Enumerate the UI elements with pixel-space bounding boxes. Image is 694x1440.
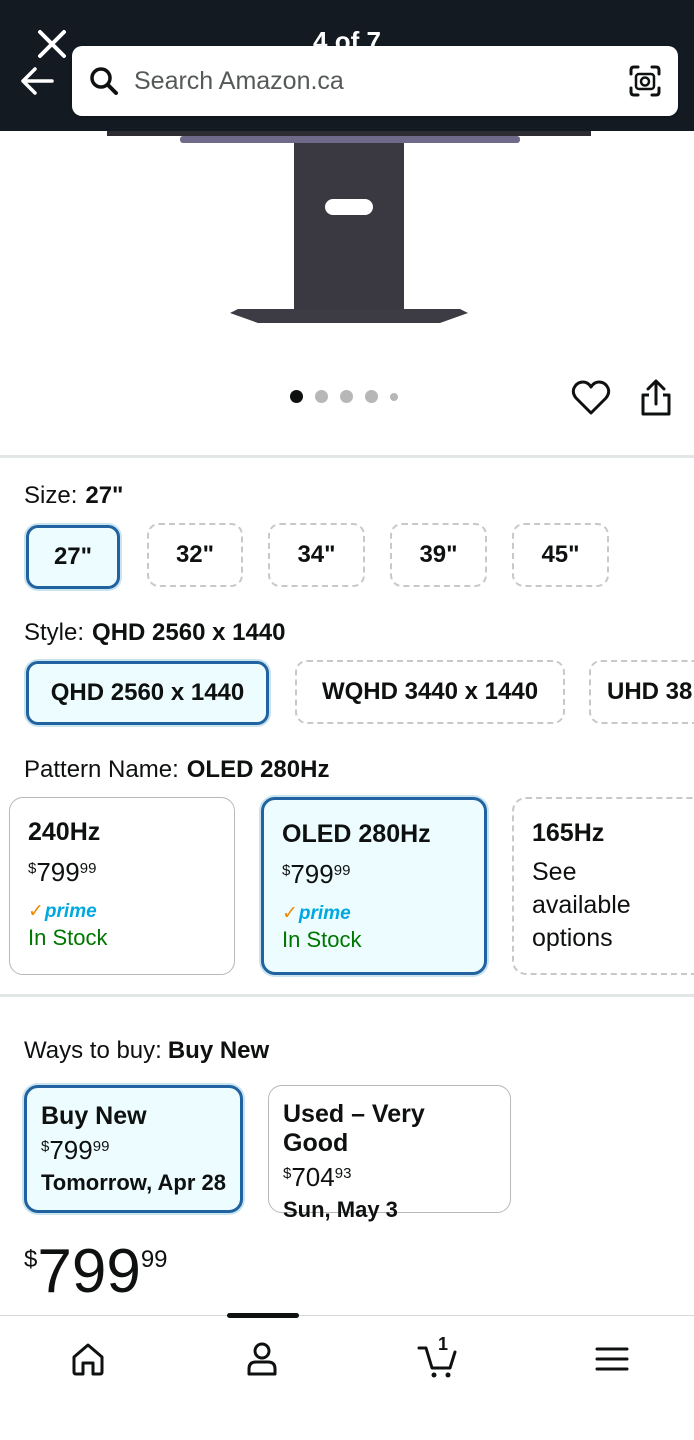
nav-home[interactable] xyxy=(48,1338,128,1418)
style-option-qhd[interactable]: QHD 2560 x 1440 xyxy=(26,661,269,725)
pattern-selected-value: OLED 280Hz xyxy=(186,756,330,783)
size-option-39[interactable]: 39" xyxy=(390,523,487,587)
stock-status: In Stock xyxy=(28,925,108,950)
home-icon xyxy=(72,1343,104,1376)
section-divider xyxy=(0,455,694,458)
share-icon[interactable] xyxy=(637,378,675,418)
nav-cart[interactable]: 1 xyxy=(398,1334,478,1418)
back-arrow-icon[interactable] xyxy=(18,64,56,98)
pagination-dot[interactable] xyxy=(315,390,328,403)
heart-icon[interactable] xyxy=(570,378,612,418)
image-pagination-dots[interactable] xyxy=(290,390,398,403)
buy-option-price: $704 93 xyxy=(283,1162,352,1192)
style-label: Style: QHD 2560 x 1440 xyxy=(24,619,286,646)
prime-check-icon: ✓ xyxy=(282,903,298,924)
size-option-32[interactable]: 32" xyxy=(147,523,243,587)
see-options-text: See available options xyxy=(532,858,631,952)
active-nav-indicator xyxy=(227,1313,299,1318)
delivery-date: Tomorrow, Apr 28 xyxy=(41,1170,226,1195)
delivery-date: Sun, May 3 xyxy=(283,1197,398,1222)
style-selected-value: QHD 2560 x 1440 xyxy=(92,619,286,646)
pattern-card-title: 165Hz xyxy=(532,819,605,847)
pagination-dot[interactable] xyxy=(390,392,398,401)
size-option-34[interactable]: 34" xyxy=(268,523,365,587)
prime-badge: ✓ prime xyxy=(28,900,97,923)
pattern-card-price: $799 99 xyxy=(282,859,351,889)
pattern-card-240hz[interactable]: 240Hz $799 99 ✓ prime In Stock xyxy=(9,797,235,975)
size-selected-value: 27" xyxy=(85,482,124,509)
bottom-nav-bar: 1 xyxy=(0,1315,694,1440)
pattern-card-title: 240Hz xyxy=(28,818,101,846)
pattern-card-oled-280hz[interactable]: OLED 280Hz $799 99 ✓ prime In Stock xyxy=(261,797,487,975)
ways-to-buy-label: Ways to buy: Buy New xyxy=(24,1037,270,1064)
nav-menu[interactable] xyxy=(572,1338,652,1418)
search-input[interactable]: Search Amazon.ca xyxy=(134,67,344,96)
prime-badge: ✓ prime xyxy=(282,902,351,925)
stock-status: In Stock xyxy=(282,927,362,952)
cart-count-badge: 1 xyxy=(438,1334,449,1354)
top-header: 4 of 7 Search Amazon.ca xyxy=(0,0,694,131)
buy-option-title: Buy New xyxy=(41,1102,147,1130)
main-price: $799 99 xyxy=(24,1237,168,1306)
pattern-label: Pattern Name: OLED 280Hz xyxy=(24,756,330,783)
pagination-dot[interactable] xyxy=(365,390,378,403)
account-icon xyxy=(247,1342,277,1376)
pagination-dot[interactable] xyxy=(340,390,353,403)
size-option-27[interactable]: 27" xyxy=(26,525,120,589)
image-counter: 4 of 7 xyxy=(313,26,381,48)
buy-option-new[interactable]: Buy New $799 99 Tomorrow, Apr 28 xyxy=(24,1085,243,1213)
camera-lens-icon[interactable] xyxy=(628,64,662,98)
prime-check-icon: ✓ xyxy=(28,901,44,922)
search-bar[interactable]: Search Amazon.ca xyxy=(72,46,678,116)
size-label: Size: 27" xyxy=(24,482,124,509)
pattern-card-165hz[interactable]: 165Hz See available options xyxy=(512,797,694,975)
pattern-card-title: OLED 280Hz xyxy=(282,820,431,848)
ways-to-buy-selected: Buy New xyxy=(167,1037,270,1064)
style-option-uhd[interactable]: UHD 38 xyxy=(589,660,694,724)
section-divider xyxy=(0,994,694,997)
size-option-45[interactable]: 45" xyxy=(512,523,609,587)
pattern-card-price: $799 99 xyxy=(28,857,97,887)
buy-option-price: $799 99 xyxy=(41,1135,110,1165)
product-image[interactable] xyxy=(0,131,694,331)
nav-account[interactable] xyxy=(222,1338,302,1418)
menu-icon xyxy=(595,1347,629,1371)
style-option-wqhd[interactable]: WQHD 3440 x 1440 xyxy=(295,660,565,724)
search-icon xyxy=(90,67,118,95)
buy-option-used[interactable]: Used – Very Good $704 93 Sun, May 3 xyxy=(268,1085,511,1222)
buy-option-title: Used – Very Good xyxy=(283,1100,425,1157)
pagination-dot[interactable] xyxy=(290,390,303,403)
